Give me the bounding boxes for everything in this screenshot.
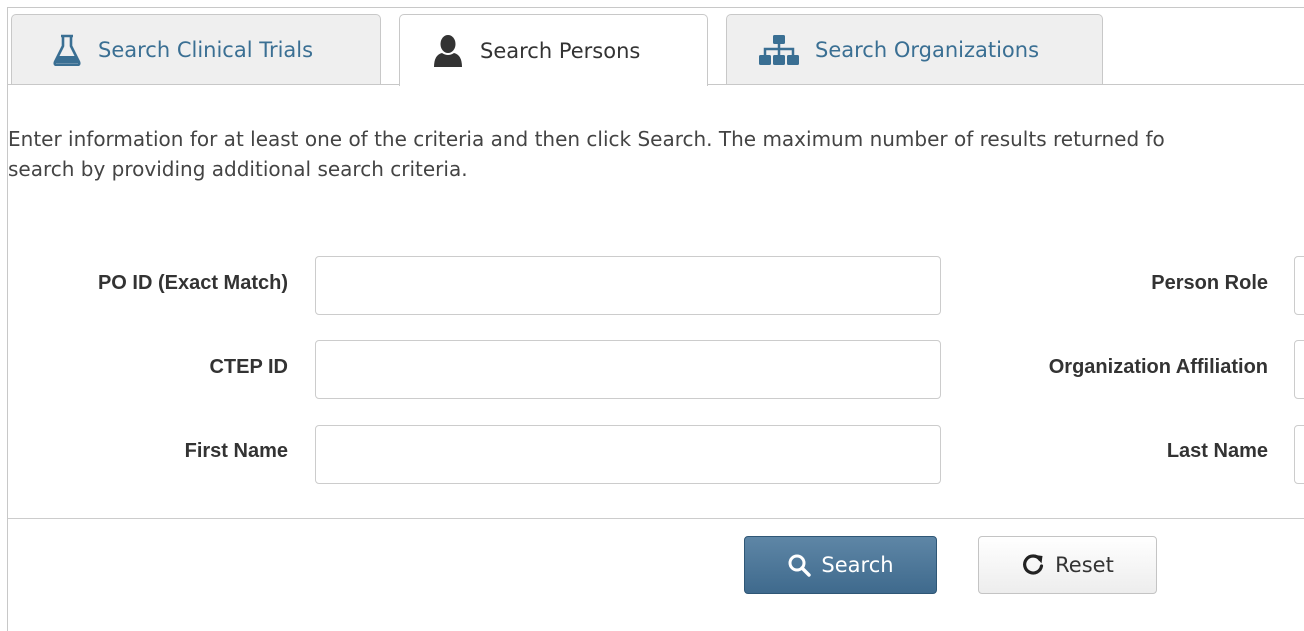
- search-button[interactable]: Search: [744, 536, 937, 594]
- po-id-input[interactable]: [315, 256, 941, 315]
- instructions-line-1: Enter information for at least one of th…: [8, 127, 1165, 151]
- person-role-select[interactable]: [1294, 256, 1304, 315]
- first-name-label: First Name: [184, 440, 288, 462]
- reset-button-label: Reset: [1055, 553, 1114, 577]
- tab-search-organizations[interactable]: Search Organizations: [726, 14, 1103, 84]
- flask-icon: [52, 34, 82, 66]
- form-divider: [8, 518, 1304, 519]
- last-name-label: Last Name: [1166, 440, 1268, 462]
- tab-label: Search Clinical Trials: [98, 37, 314, 62]
- last-name-input[interactable]: [1294, 425, 1304, 484]
- ctep-id-input[interactable]: [315, 340, 941, 399]
- person-icon: [432, 34, 464, 68]
- instructions-text: Enter information for at least one of th…: [8, 124, 1304, 184]
- tab-search-clinical-trials[interactable]: Search Clinical Trials: [11, 14, 381, 84]
- sitemap-icon: [759, 34, 799, 66]
- person-role-label: Person Role: [1151, 272, 1268, 294]
- reset-button[interactable]: Reset: [978, 536, 1157, 594]
- refresh-icon: [1021, 553, 1045, 577]
- tab-label: Search Organizations: [815, 37, 1040, 62]
- organization-affiliation-input[interactable]: [1294, 340, 1304, 399]
- po-id-label: PO ID (Exact Match): [97, 272, 288, 294]
- search-button-label: Search: [821, 553, 894, 577]
- ctep-id-label: CTEP ID: [209, 356, 288, 378]
- first-name-input[interactable]: [315, 425, 941, 484]
- tab-label: Search Persons: [480, 38, 641, 63]
- organization-affiliation-label: Organization Affiliation: [1048, 356, 1268, 378]
- instructions-line-2: search by providing additional search cr…: [8, 157, 468, 181]
- search-icon: [787, 553, 812, 577]
- tab-search-persons[interactable]: Search Persons: [399, 14, 708, 86]
